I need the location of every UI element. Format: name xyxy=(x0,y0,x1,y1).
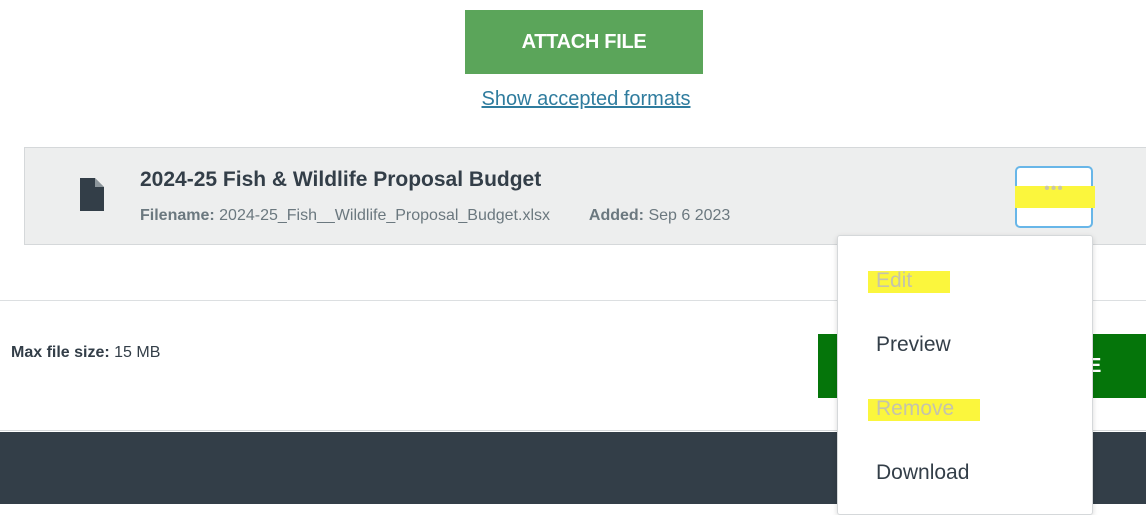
more-dots-icon: ••• xyxy=(1044,180,1064,197)
menu-item-download[interactable]: Download xyxy=(876,461,969,485)
show-accepted-formats-link[interactable]: Show accepted formats xyxy=(449,88,723,111)
file-actions-menu: Edit Preview Remove Download xyxy=(837,235,1093,515)
menu-item-remove[interactable]: Remove xyxy=(868,397,980,421)
file-title: 2024-25 Fish & Wildlife Proposal Budget xyxy=(140,168,542,191)
menu-item-label: Remove xyxy=(876,397,955,420)
added-date: Sep 6 2023 xyxy=(648,207,731,224)
menu-item-preview[interactable]: Preview xyxy=(876,333,951,357)
document-icon xyxy=(80,178,104,211)
menu-item-label: Preview xyxy=(876,333,951,356)
menu-item-label: Edit xyxy=(876,269,913,292)
added-label: Added: xyxy=(588,207,645,224)
menu-item-label: Download xyxy=(876,461,970,484)
file-meta: Filename: 2024-25_Fish__Wildlife_Proposa… xyxy=(140,207,730,225)
menu-item-edit[interactable]: Edit xyxy=(868,269,950,293)
more-actions-button[interactable]: ••• xyxy=(1015,166,1095,228)
filename-value: 2024-25_Fish__Wildlife_Proposal_Budget.x… xyxy=(219,207,550,224)
attach-file-button[interactable]: ATTACH FILE xyxy=(465,10,703,74)
max-size-value: 15 MB xyxy=(114,344,161,361)
max-size-label: Max file size: xyxy=(11,344,110,361)
filename-label: Filename: xyxy=(140,207,215,224)
max-file-size: Max file size: 15 MB xyxy=(11,344,160,362)
attached-file-card: 2024-25 Fish & Wildlife Proposal Budget … xyxy=(24,147,1146,245)
